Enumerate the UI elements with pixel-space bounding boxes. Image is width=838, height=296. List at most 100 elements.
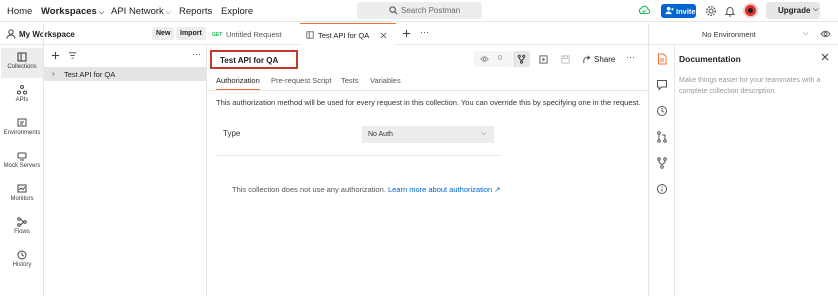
rail-label-flows: Flows xyxy=(14,229,30,235)
share-button[interactable]: Share xyxy=(594,55,615,64)
rail-label-history: History xyxy=(12,262,32,268)
eye-icon xyxy=(480,56,489,62)
filter-icon[interactable] xyxy=(68,51,77,60)
documentation-icon[interactable] xyxy=(656,53,668,65)
collections-icon xyxy=(17,52,27,62)
rail-item-apis[interactable]: APIs xyxy=(1,81,43,111)
auth-type-select[interactable]: No Auth ⌵ xyxy=(362,126,494,143)
sync-status-icon[interactable] xyxy=(638,5,650,17)
tab-test-api-for-qa[interactable]: Test API for QA xyxy=(300,23,396,45)
rail-label-apis: APIs xyxy=(15,97,29,103)
left-rail: Collections APIs Environments Mock Serve… xyxy=(0,23,44,296)
top-nav-bar: Home Workspaces ⌵ API Network ⌵ Reports Ex… xyxy=(0,0,838,22)
right-icon-rail xyxy=(648,45,674,296)
rail-label-mock-servers: Mock Servers xyxy=(3,163,41,169)
nav-explore[interactable]: Explore xyxy=(221,6,253,17)
search-bar[interactable]: Search Postman xyxy=(357,2,482,19)
authorization-description: This authorization method will be used f… xyxy=(216,98,641,107)
collection-editor: Test API for QA 0 Share ⋯ Authorization … xyxy=(207,45,648,296)
divider xyxy=(207,90,648,91)
import-button[interactable]: Import xyxy=(176,27,206,40)
mock-servers-icon xyxy=(17,152,27,161)
tabs-bar: GET Untitled Request Test API for QA ⋯ N… xyxy=(207,23,838,45)
chevron-down-icon: ⌵ xyxy=(98,9,105,16)
flows-icon xyxy=(17,217,27,227)
sidebar-toolbar: ⋯ xyxy=(44,45,207,67)
rail-label-collections: Collections xyxy=(7,64,37,70)
comments-icon[interactable] xyxy=(656,79,668,91)
gear-icon[interactable] xyxy=(705,5,717,17)
type-label: Type xyxy=(223,129,241,138)
documentation-title: Documentation xyxy=(679,54,741,64)
tab-title: Untitled Request xyxy=(226,30,282,39)
tab-pre-request-script[interactable]: Pre-request Script xyxy=(271,76,331,85)
avatar[interactable] xyxy=(743,3,758,18)
more-options-icon[interactable]: ⋯ xyxy=(192,49,201,60)
close-icon[interactable] xyxy=(821,53,829,61)
tab-variables[interactable]: Variables xyxy=(370,76,401,85)
changelog-icon[interactable] xyxy=(656,105,668,117)
sidebar-collection-item[interactable]: › Test API for QA xyxy=(44,67,207,81)
rail-item-flows[interactable]: Flows xyxy=(1,213,43,243)
new-tab-plus-icon[interactable] xyxy=(402,29,411,38)
tab-tests[interactable]: Tests xyxy=(341,76,359,85)
chevron-down-icon: ⌵ xyxy=(803,30,809,37)
invite-button[interactable]: Invite xyxy=(661,4,696,18)
invite-label: Invite xyxy=(676,7,696,16)
collection-name-field[interactable]: Test API for QA xyxy=(210,50,298,69)
rail-item-mock-servers[interactable]: Mock Servers xyxy=(1,147,43,177)
collections-sidebar: ⋯ › Test API for QA xyxy=(44,45,207,296)
fork-icon xyxy=(517,54,526,64)
documentation-panel: Documentation Make things easier for you… xyxy=(674,45,838,296)
run-icon[interactable] xyxy=(539,55,548,64)
auth-type-value: No Auth xyxy=(368,131,393,138)
new-button[interactable]: New xyxy=(152,27,175,40)
collection-name: Test API for QA xyxy=(64,70,116,79)
apis-icon xyxy=(17,85,27,95)
rail-item-environments[interactable]: Environments xyxy=(1,114,43,144)
chevron-down-icon: ⌵ xyxy=(165,9,172,16)
environment-label: No Environment xyxy=(702,30,756,39)
tab-title: Test API for QA xyxy=(318,31,370,40)
save-icon[interactable] xyxy=(561,55,570,64)
upgrade-button[interactable]: Upgrade ⌵ xyxy=(766,2,820,19)
rail-item-history[interactable]: History xyxy=(1,246,43,276)
watch-button[interactable]: 0 xyxy=(474,51,512,67)
forks-icon[interactable] xyxy=(656,157,668,169)
rail-label-environments: Environments xyxy=(3,130,41,136)
chevron-right-icon[interactable]: › xyxy=(52,69,55,78)
info-icon[interactable] xyxy=(656,183,668,195)
nav-home[interactable]: Home xyxy=(7,6,32,17)
upgrade-label: Upgrade xyxy=(778,6,811,15)
monitors-icon xyxy=(17,184,27,193)
history-icon xyxy=(17,250,27,260)
tab-authorization[interactable]: Authorization xyxy=(216,76,260,85)
search-icon xyxy=(389,6,398,15)
tab-untitled-request[interactable]: GET Untitled Request xyxy=(207,23,299,45)
watch-count: 0 xyxy=(498,55,502,62)
share-icon[interactable] xyxy=(582,55,591,64)
chevron-down-icon: ⌵ xyxy=(813,6,819,13)
documentation-hint[interactable]: Make things easier for your teammates wi… xyxy=(679,75,829,97)
close-tab-icon[interactable] xyxy=(380,32,387,39)
add-person-icon xyxy=(665,6,674,15)
rail-item-monitors[interactable]: Monitors xyxy=(1,180,43,210)
plus-icon[interactable] xyxy=(51,51,60,60)
divider xyxy=(217,155,501,156)
nav-workspaces-label: Workspaces xyxy=(41,6,97,17)
nav-reports[interactable]: Reports xyxy=(179,6,212,17)
rail-label-monitors: Monitors xyxy=(10,196,34,202)
environments-icon xyxy=(17,118,27,127)
eye-icon[interactable] xyxy=(820,29,831,39)
nav-workspaces[interactable]: Workspaces ⌵ xyxy=(41,6,104,17)
tabs-more-icon[interactable]: ⋯ xyxy=(420,27,429,38)
collection-name-value: Test API for QA xyxy=(220,56,279,65)
fork-button[interactable] xyxy=(513,51,530,67)
learn-more-link[interactable]: Learn more about authorization ↗ xyxy=(388,185,501,194)
rail-item-collections[interactable]: Collections xyxy=(1,48,43,78)
more-actions-icon[interactable]: ⋯ xyxy=(626,52,635,63)
pull-requests-icon[interactable] xyxy=(656,131,668,143)
environment-selector[interactable]: No Environment ⌵ xyxy=(648,23,823,45)
bell-icon[interactable] xyxy=(724,5,736,17)
nav-api-network[interactable]: API Network ⌵ xyxy=(111,6,171,17)
